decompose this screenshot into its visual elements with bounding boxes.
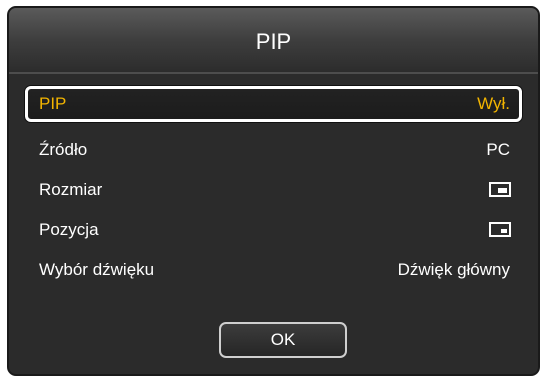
menu-item-value: Dźwięk główny bbox=[397, 260, 510, 279]
menu-item-label: Źródło bbox=[39, 140, 88, 159]
pip-size-icon bbox=[489, 182, 511, 197]
pip-dialog: PIP PIP Wył. Źródło PC Rozmiar Pozycja W… bbox=[7, 6, 540, 376]
dialog-title: PIP bbox=[255, 29, 292, 54]
menu-item-value: PC bbox=[486, 140, 510, 159]
menu-item-position[interactable]: Pozycja bbox=[25, 212, 522, 248]
pip-position-icon bbox=[489, 222, 511, 237]
dialog-title-bar: PIP bbox=[9, 8, 538, 72]
menu-item-label: Rozmiar bbox=[39, 180, 103, 199]
menu-item-source[interactable]: Źródło PC bbox=[25, 132, 522, 168]
ok-button[interactable]: OK bbox=[219, 322, 347, 358]
menu-item-value: Wył. bbox=[477, 94, 510, 113]
menu-item-pip[interactable]: PIP Wył. bbox=[25, 86, 522, 122]
menu-item-size[interactable]: Rozmiar bbox=[25, 172, 522, 208]
menu-item-label: PIP bbox=[39, 94, 67, 113]
menu-item-label: Wybór dźwięku bbox=[39, 260, 155, 279]
title-divider bbox=[9, 72, 538, 74]
menu-item-label: Pozycja bbox=[39, 220, 99, 239]
menu-item-sound-select[interactable]: Wybór dźwięku Dźwięk główny bbox=[25, 252, 522, 288]
